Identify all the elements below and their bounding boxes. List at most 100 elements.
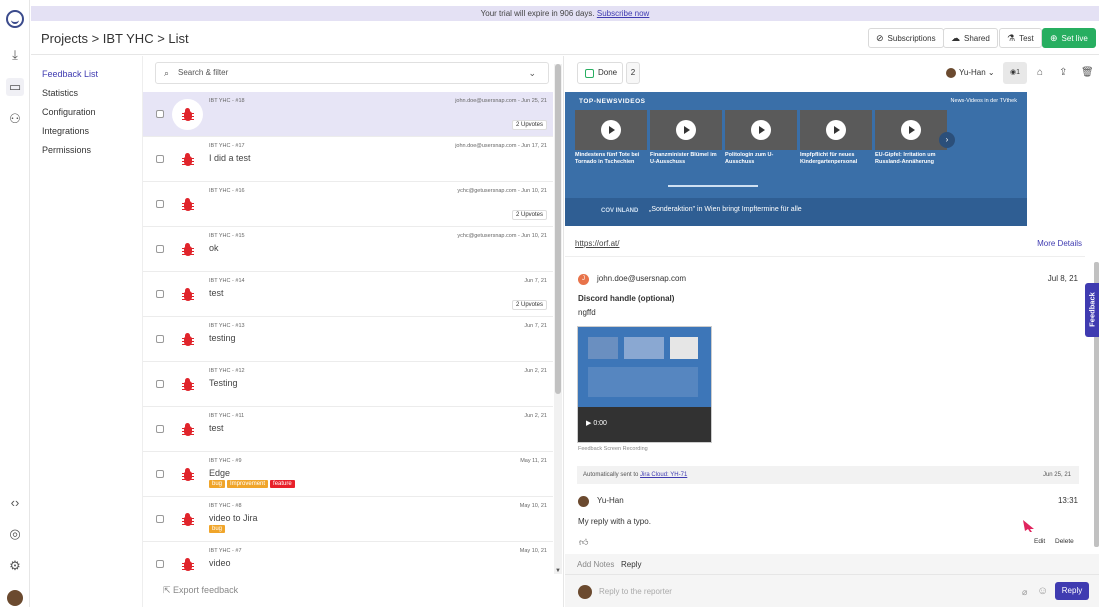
- edit-reply-button[interactable]: Edit: [1034, 538, 1045, 545]
- viewers-button[interactable]: ◉1: [1003, 62, 1027, 84]
- row-checkbox[interactable]: [156, 470, 164, 478]
- table-row[interactable]: IBT YHC - #7 video May 10, 21: [143, 542, 553, 572]
- table-row[interactable]: IBT YHC - #18 john.doe@usersnap.com - Jun…: [143, 92, 553, 137]
- reply-time: 13:31: [1057, 496, 1078, 505]
- trash-icon[interactable]: 🗑: [1081, 67, 1094, 78]
- user-avatar[interactable]: [7, 590, 23, 606]
- row-checkbox[interactable]: [156, 245, 164, 253]
- row-meta: IBT YHC - #8: [209, 503, 242, 509]
- download-icon[interactable]: ⤓: [6, 46, 24, 64]
- row-checkbox[interactable]: [156, 380, 164, 388]
- table-row[interactable]: IBT YHC - #15 ok ychc@getusersnap.com - Ju…: [143, 227, 553, 272]
- help-icon[interactable]: ◎: [6, 525, 24, 543]
- reply-input[interactable]: [599, 583, 999, 599]
- feedback-screenshot[interactable]: TOP-NEWSVIDEOS News-Videos in der TVthek…: [565, 92, 1027, 226]
- thumbs-up-icon[interactable]: 👍︎: [579, 537, 588, 548]
- test-button[interactable]: ⚗ Test: [999, 28, 1042, 48]
- row-checkbox[interactable]: [156, 200, 164, 208]
- settings-icon[interactable]: ⚙: [6, 557, 24, 575]
- search-filter[interactable]: ⌕ Search & filter ⌄: [155, 62, 549, 84]
- table-row[interactable]: IBT YHC - #14 test Jun 7, 21 2 Upvotes: [143, 272, 553, 317]
- list-scroll-thumb[interactable]: [555, 64, 561, 394]
- bug-avatar: [172, 414, 203, 445]
- detail-toolbar: Done 2 Yu-Han ⌄ ◉1 ⌂ ⇪ 🗑: [565, 56, 1099, 92]
- icon-rail: ⤓ ▭ ⚇ ‹› ◎ ⚙: [0, 0, 30, 607]
- table-row[interactable]: IBT YHC - #9 Edge May 11, 21 bug Improvement…: [143, 452, 553, 497]
- reporter-email: john.doe@usersnap.com: [597, 274, 687, 283]
- screen-recording-thumbnail[interactable]: ▶ 0:00: [577, 326, 712, 443]
- row-title: testing: [209, 333, 236, 343]
- page-url-link[interactable]: https://orf.at/: [575, 239, 619, 248]
- tag-badge: Improvement: [227, 480, 269, 488]
- row-checkbox[interactable]: [156, 155, 164, 163]
- bug-avatar: [172, 279, 203, 310]
- table-row[interactable]: IBT YHC - #11 test Jun 2, 21: [143, 407, 553, 452]
- table-row[interactable]: IBT YHC - #17 I did a test john.doe@usersn…: [143, 137, 553, 182]
- field-value: ngffd: [578, 308, 596, 317]
- row-reporter: Jun 2, 21: [524, 413, 547, 419]
- cov-label: COV INLAND: [601, 208, 639, 214]
- people-icon[interactable]: ⚇: [6, 110, 24, 128]
- page-header: Projects > IBT YHC > List ⊘ Subscriptions…: [31, 21, 1099, 55]
- nav-configuration[interactable]: Configuration: [42, 107, 96, 117]
- row-title: Testing: [209, 378, 238, 388]
- sidebar-nav: Feedback List Statistics Configuration I…: [31, 56, 141, 607]
- label-tag-icon[interactable]: ⌂: [1037, 67, 1043, 78]
- scroll-down-arrow-icon[interactable]: ▼: [555, 568, 561, 574]
- video-thumbnail: Mindestens fünf Tote bei Tornado in Tsch…: [575, 110, 647, 174]
- reply-button[interactable]: Reply: [1055, 582, 1089, 600]
- jira-link[interactable]: Jira Cloud: YH-71: [640, 472, 687, 478]
- rec-tile: [588, 367, 698, 397]
- row-checkbox[interactable]: [156, 110, 164, 118]
- row-title: test: [209, 288, 224, 298]
- more-details-link[interactable]: More Details: [1037, 239, 1082, 248]
- list-scrollbar[interactable]: ▼: [554, 64, 562, 574]
- tab-reply[interactable]: Reply: [621, 560, 641, 569]
- feedback-side-tab[interactable]: Feedback: [1085, 283, 1099, 337]
- reply-author: Yu-Han: [597, 496, 624, 505]
- row-checkbox[interactable]: [156, 425, 164, 433]
- table-row[interactable]: IBT YHC - #12 Testing Jun 2, 21: [143, 362, 553, 407]
- recording-controls[interactable]: ▶ 0:00: [586, 419, 607, 427]
- table-row[interactable]: IBT YHC - #16 ychc@getusersnap.com - Jun …: [143, 182, 553, 227]
- reply-composer: ⌀ ☺ Reply: [565, 574, 1099, 607]
- row-checkbox[interactable]: [156, 515, 164, 523]
- code-icon[interactable]: ‹›: [6, 493, 24, 511]
- table-row[interactable]: IBT YHC - #8 video to Jira May 10, 21 bug: [143, 497, 553, 542]
- table-row[interactable]: IBT YHC - #13 testing Jun 7, 21: [143, 317, 553, 362]
- subscribe-link[interactable]: Subscribe now: [597, 9, 649, 18]
- bug-icon: [181, 152, 194, 167]
- attachment-icon[interactable]: ⌀: [1022, 587, 1027, 598]
- tag-badge: feature: [270, 480, 295, 488]
- shot-heading-right: News-Videos in der TVthek: [950, 98, 1017, 104]
- delete-reply-button[interactable]: Delete: [1055, 538, 1074, 545]
- cov-text: „Sonderaktion" in Wien bringt Impftermin…: [649, 206, 802, 213]
- nav-feedback-list[interactable]: Feedback List: [42, 69, 98, 79]
- tab-add-notes[interactable]: Add Notes: [577, 560, 614, 569]
- inbox-icon[interactable]: ▭: [6, 78, 24, 96]
- shared-button[interactable]: ☁ Shared: [943, 28, 998, 48]
- set-live-button[interactable]: ⊕ Set live: [1042, 28, 1096, 48]
- row-checkbox[interactable]: [156, 560, 164, 568]
- row-checkbox[interactable]: [156, 290, 164, 298]
- export-feedback-button[interactable]: ⇱ Export feedback: [163, 585, 238, 596]
- row-checkbox[interactable]: [156, 335, 164, 343]
- bug-avatar: [172, 459, 203, 490]
- row-tags: bug Improvement feature: [209, 480, 295, 488]
- status-select[interactable]: Done: [577, 62, 623, 84]
- share-icon[interactable]: ⇪: [1059, 67, 1067, 78]
- subscriptions-button[interactable]: ⊘ Subscriptions: [868, 28, 944, 48]
- row-meta: IBT YHC - #12: [209, 368, 245, 374]
- count-toggle[interactable]: 2: [626, 62, 640, 84]
- feedback-list-pane: ⌕ Search & filter ⌄ IBT YHC - #18 john.do…: [142, 56, 564, 607]
- next-arrow-icon: ›: [939, 132, 955, 148]
- nav-statistics[interactable]: Statistics: [42, 88, 78, 98]
- chevron-down-icon[interactable]: ⌄: [528, 63, 536, 83]
- assignee-select[interactable]: Yu-Han ⌄: [946, 68, 995, 78]
- usersnap-logo-icon[interactable]: [6, 10, 24, 28]
- nav-permissions[interactable]: Permissions: [42, 145, 91, 155]
- video-caption: Impfpflicht für neues Kindergartenperson…: [800, 152, 858, 165]
- emoji-icon[interactable]: ☺: [1037, 585, 1048, 597]
- nav-integrations[interactable]: Integrations: [42, 126, 89, 136]
- upvotes-badge: 2 Upvotes: [511, 300, 547, 310]
